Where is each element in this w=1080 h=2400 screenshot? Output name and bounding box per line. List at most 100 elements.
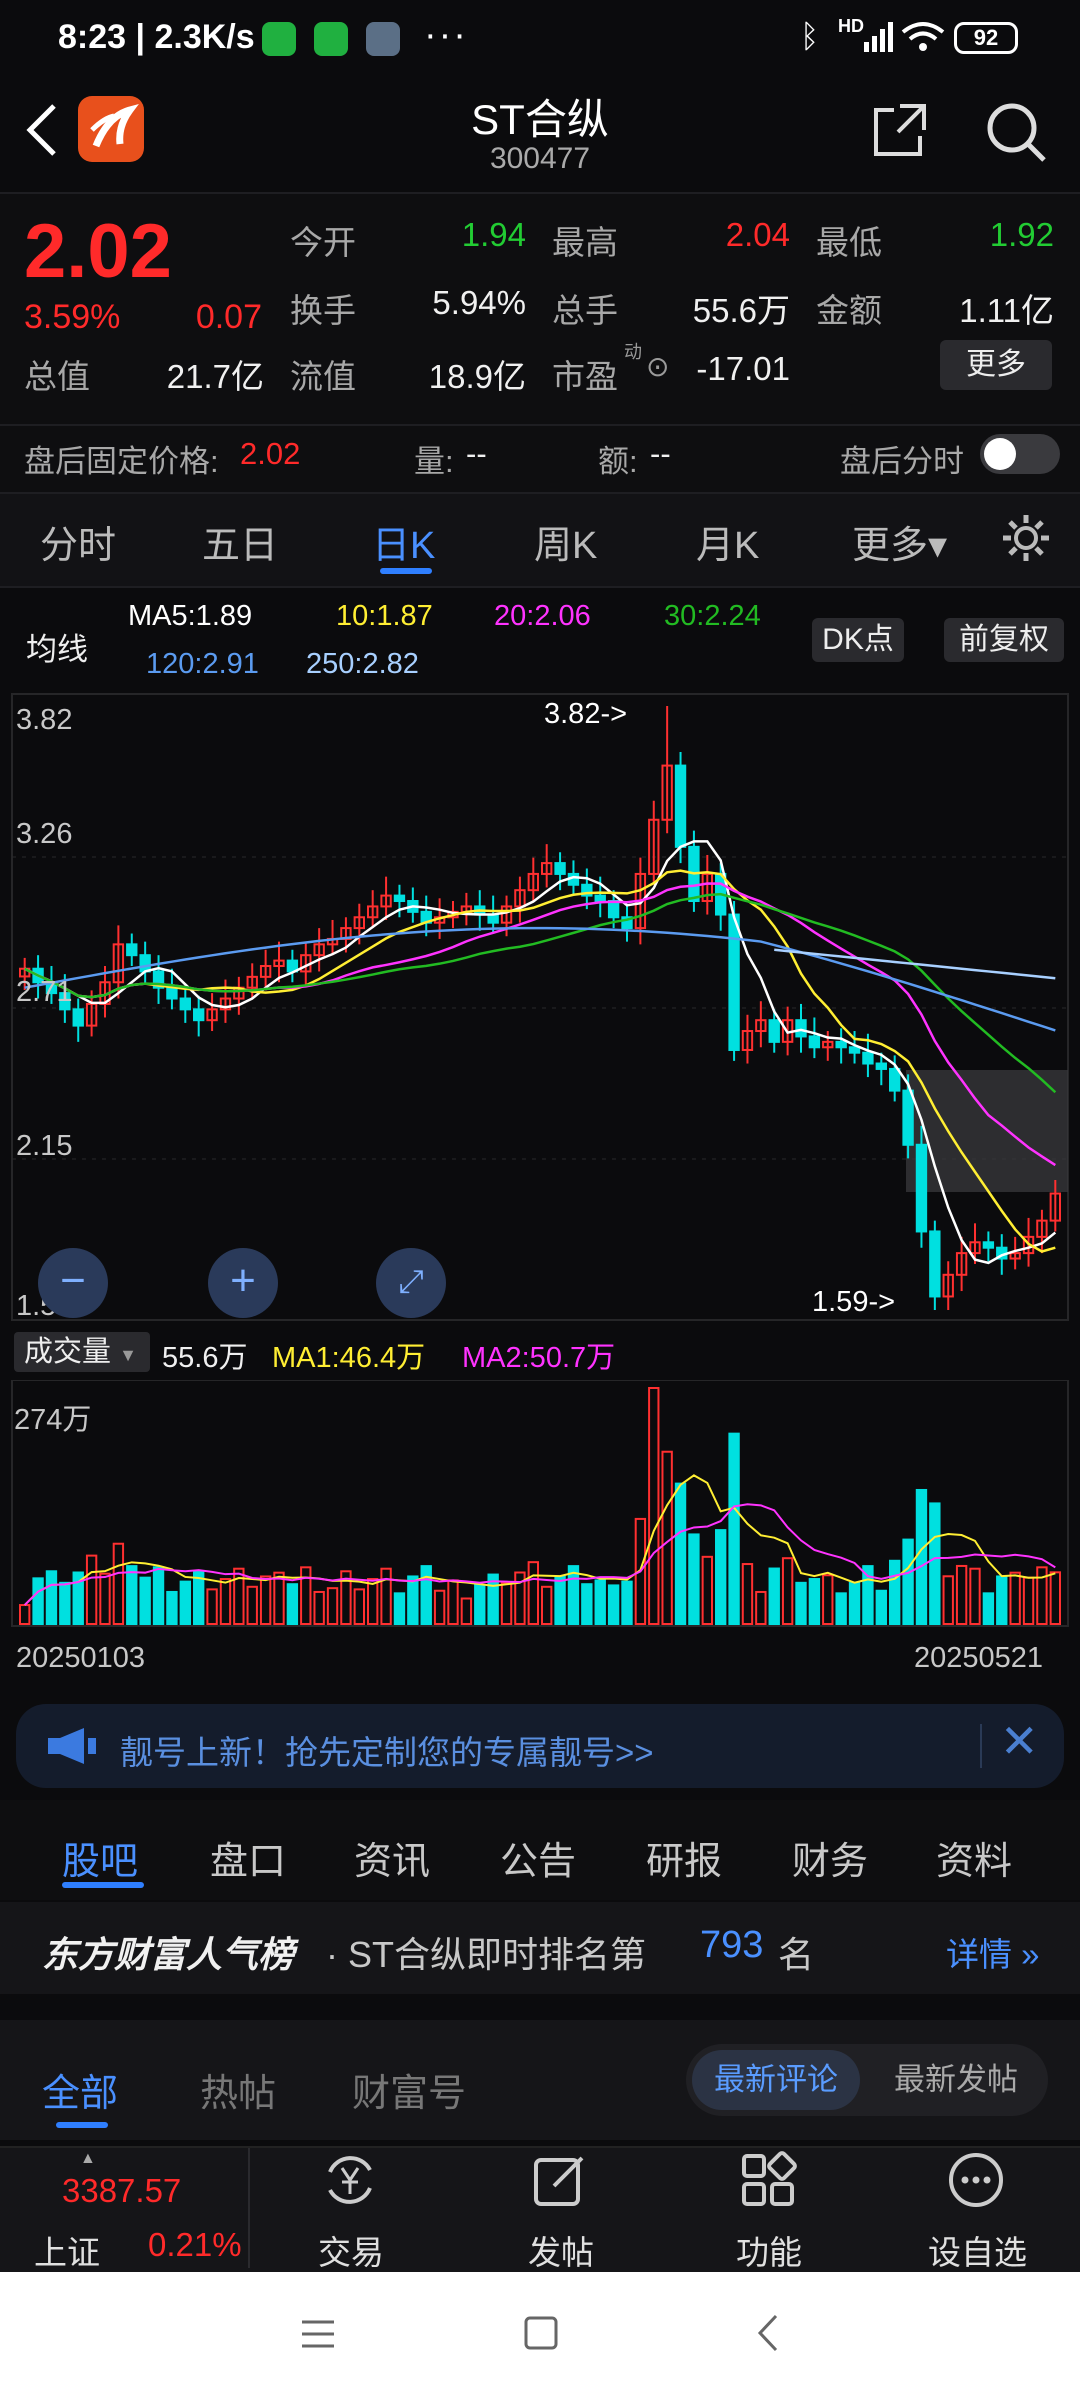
dk-point-button[interactable]: DK点 — [812, 618, 904, 662]
tab-daily-k[interactable]: 日K — [372, 514, 435, 569]
sort-latest-posts[interactable]: 最新发帖 — [872, 2050, 1040, 2110]
candle-body — [929, 1230, 941, 1298]
rank-suffix: 名 — [778, 1934, 815, 1975]
tab-news[interactable]: 资讯 — [354, 1830, 430, 1885]
toggle-knob — [984, 438, 1016, 470]
tab-more[interactable]: 更多▾ — [852, 514, 947, 569]
sort-latest-comments[interactable]: 最新评论 — [692, 2050, 860, 2110]
search-icon[interactable] — [984, 100, 1048, 164]
tab-forum[interactable]: 股吧 — [62, 1830, 138, 1885]
rank-detail-link[interactable]: 详情 » — [946, 1928, 1040, 1976]
volume-axis-max: 274万 — [14, 1404, 92, 1436]
more-circle-icon[interactable] — [946, 2150, 1006, 2210]
zoom-in-button[interactable]: + — [208, 1248, 278, 1318]
volume-bar — [889, 1559, 901, 1625]
nav-back-icon[interactable] — [752, 2312, 782, 2354]
add-watchlist-label[interactable]: 设自选 — [928, 2226, 1027, 2274]
megaphone-icon — [48, 1728, 96, 1764]
tab-monthly-k[interactable]: 月K — [696, 514, 759, 569]
candle-body — [393, 894, 406, 903]
feed-tab-fortune[interactable]: 财富号 — [352, 2062, 466, 2117]
volume-bar — [206, 1588, 218, 1625]
feed-tab-all[interactable]: 全部 — [42, 2062, 118, 2117]
pe-dynamic-mark: 动 — [624, 342, 642, 362]
after-hours-amount-value: -- — [650, 436, 671, 471]
candle-body — [795, 1019, 807, 1038]
high-label: 最高 — [552, 224, 618, 261]
price-chart[interactable] — [0, 690, 1080, 1330]
open-value: 1.94 — [461, 216, 526, 253]
promo-banner[interactable]: 靓号上新！抢先定制您的专属靓号>> ✕ — [16, 1704, 1064, 1788]
fullscreen-icon[interactable]: ⤢ — [376, 1248, 446, 1318]
ma30-line — [24, 892, 1057, 1094]
tab-announcements[interactable]: 公告 — [500, 1830, 576, 1885]
volume-bar — [996, 1575, 1008, 1625]
volume-bar — [474, 1583, 486, 1625]
volume-bar — [433, 1589, 446, 1625]
feed-tab-hot[interactable]: 热帖 — [200, 2062, 276, 2117]
volume-bar — [1009, 1571, 1021, 1625]
volume-bar — [688, 1533, 700, 1625]
pe-value: -17.01 — [696, 350, 790, 387]
feed-tab-indicator — [56, 2122, 108, 2128]
compose-icon[interactable] — [530, 2150, 590, 2210]
volume-bar — [19, 1604, 31, 1626]
price-tick: 2.15 — [16, 1130, 73, 1162]
index-value[interactable]: 3387.57 — [62, 2172, 181, 2210]
volume-bar — [273, 1571, 285, 1625]
market-cap-value: 21.7亿 — [166, 358, 264, 395]
menu-icon[interactable] — [298, 2316, 338, 2352]
volume-bar — [969, 1567, 981, 1625]
turnover-value: 5.94% — [432, 284, 526, 321]
volume-chart[interactable] — [0, 1380, 1080, 1630]
home-icon[interactable] — [522, 2314, 560, 2352]
tab-research[interactable]: 研报 — [646, 1830, 722, 1885]
signal-icon — [864, 22, 893, 52]
indicator-selector[interactable]: 成交量 ▼ — [14, 1332, 150, 1372]
volume-bar — [527, 1561, 539, 1626]
more-quote-button[interactable]: 更多 — [940, 340, 1052, 390]
volume-bar — [166, 1590, 178, 1625]
ma20-value: 20:2.06 — [494, 600, 591, 632]
close-icon[interactable]: ✕ — [1000, 1714, 1039, 1768]
volume-bar — [755, 1590, 767, 1625]
ma-title[interactable]: 均线 — [26, 624, 88, 669]
pe-more-icon[interactable]: ⊙ — [646, 350, 669, 383]
after-hours-toggle[interactable] — [980, 434, 1060, 474]
grid-icon[interactable] — [738, 2150, 798, 2210]
active-tab-indicator — [380, 568, 432, 574]
adjust-button[interactable]: 前复权 — [944, 618, 1064, 662]
tab-weekly-k[interactable]: 周K — [534, 514, 597, 569]
volume-bar — [126, 1565, 138, 1625]
candle-body — [915, 1143, 928, 1233]
rank-detail-label: 详情 — [946, 1936, 1012, 1973]
gear-icon[interactable] — [1000, 512, 1052, 564]
volume-bar — [353, 1588, 365, 1625]
trade-label[interactable]: 交易 — [318, 2226, 384, 2274]
low-annotation: 1.59-> — [812, 1286, 896, 1318]
wifi-icon — [901, 22, 945, 51]
tab-finance[interactable]: 财务 — [792, 1830, 868, 1885]
functions-label[interactable]: 功能 — [736, 2226, 802, 2274]
post-label[interactable]: 发帖 — [528, 2226, 594, 2274]
trade-icon[interactable] — [320, 2150, 380, 2210]
candle-body — [554, 862, 566, 875]
pe-label: 市盈 — [552, 358, 618, 395]
zoom-out-button[interactable]: − — [38, 1248, 108, 1318]
candle-body — [674, 764, 687, 848]
tab-orderbook[interactable]: 盘口 — [210, 1830, 286, 1885]
volume-bar — [393, 1592, 406, 1625]
share-icon[interactable] — [870, 100, 930, 160]
tab-five-day[interactable]: 五日 — [202, 514, 278, 569]
volume-bar — [822, 1574, 834, 1625]
tab-profile[interactable]: 资料 — [936, 1830, 1012, 1885]
ma250-line — [774, 948, 1056, 980]
chevron-down-icon: ▼ — [119, 1345, 137, 1365]
volume-bar — [420, 1565, 432, 1625]
volume-bar — [554, 1575, 566, 1625]
candle-body — [594, 894, 606, 903]
tab-intraday[interactable]: 分时 — [40, 514, 116, 569]
volume-bar — [955, 1564, 968, 1626]
volume-bar — [233, 1567, 245, 1625]
double-chevron-icon: » — [1012, 1936, 1040, 1973]
